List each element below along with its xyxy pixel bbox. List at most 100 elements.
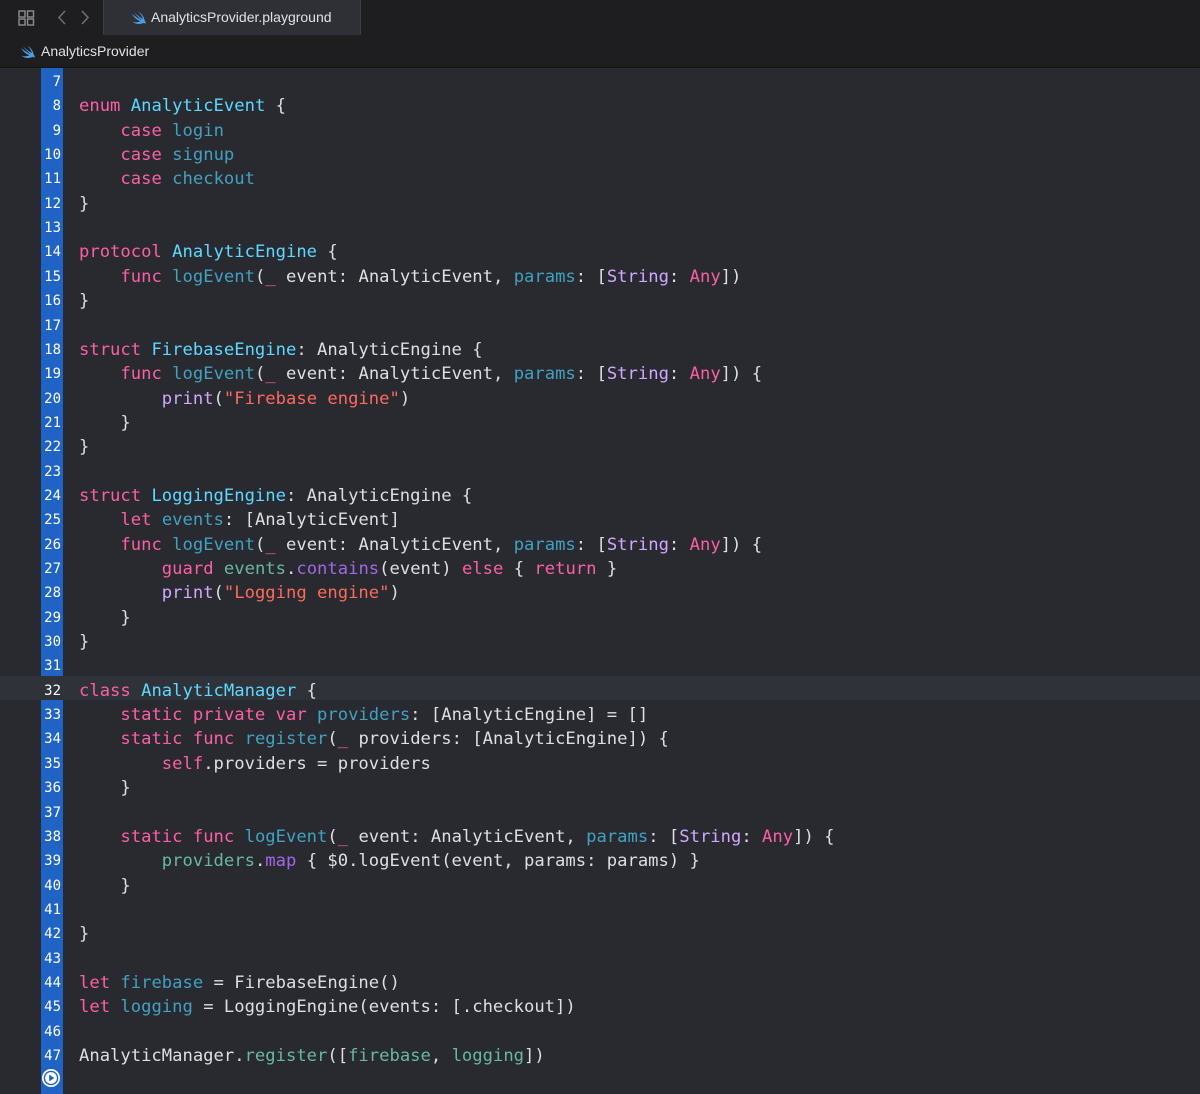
code-line[interactable]: 8 enum AnalyticEvent {: [0, 94, 1200, 118]
line-number[interactable]: 42: [41, 922, 61, 946]
code-line[interactable]: 9 case login: [0, 119, 1200, 143]
line-number[interactable]: 21: [41, 411, 61, 435]
line-number[interactable]: 16: [41, 289, 61, 313]
code-line[interactable]: 47 AnalyticManager.register([firebase, lo…: [0, 1044, 1200, 1068]
line-number[interactable]: 18: [41, 338, 61, 362]
line-number[interactable]: 13: [41, 216, 61, 240]
code-line[interactable]: 45 let logging = LoggingEngine(events: [.…: [0, 995, 1200, 1019]
code-text[interactable]: }: [79, 411, 130, 435]
code-line[interactable]: 19 func logEvent(_ event: AnalyticEvent,…: [0, 362, 1200, 386]
code-line[interactable]: 14 protocol AnalyticEngine {: [0, 240, 1200, 264]
code-line[interactable]: 39 providers.map { $0.logEvent(event, pa…: [0, 849, 1200, 873]
line-number[interactable]: 28: [41, 581, 61, 605]
code-line[interactable]: 18 struct FirebaseEngine: AnalyticEngine …: [0, 338, 1200, 362]
code-line[interactable]: 17: [0, 314, 1200, 338]
code-line[interactable]: 22}: [0, 435, 1200, 459]
code-line[interactable]: 7: [0, 70, 1200, 94]
code-text[interactable]: func logEvent(_ event: AnalyticEvent, pa…: [79, 362, 762, 386]
code-text[interactable]: case checkout: [79, 167, 255, 191]
code-line[interactable]: 26 func logEvent(_ event: AnalyticEvent,…: [0, 533, 1200, 557]
code-line[interactable]: 21 }: [0, 411, 1200, 435]
line-number[interactable]: 12: [41, 192, 61, 216]
code-line[interactable]: 11 case checkout: [0, 167, 1200, 191]
line-number[interactable]: 20: [41, 387, 61, 411]
code-line[interactable]: 31: [0, 654, 1200, 678]
code-text[interactable]: protocol AnalyticEngine {: [79, 240, 338, 264]
code-text[interactable]: print("Logging engine"): [79, 581, 400, 605]
code-text[interactable]: }: [79, 874, 130, 898]
line-number[interactable]: 27: [41, 557, 61, 581]
code-line[interactable]: 43: [0, 947, 1200, 971]
code-line[interactable]: 40 }: [0, 874, 1200, 898]
line-number[interactable]: 8: [41, 94, 61, 118]
line-number[interactable]: 43: [41, 947, 61, 971]
line-number[interactable]: 14: [41, 240, 61, 264]
code-text[interactable]: func logEvent(_ event: AnalyticEvent, pa…: [79, 265, 741, 289]
code-text[interactable]: }: [79, 606, 130, 630]
code-text[interactable]: providers.map { $0.logEvent(event, param…: [79, 849, 700, 873]
code-text[interactable]: }: [79, 192, 89, 216]
line-number[interactable]: 29: [41, 606, 61, 630]
line-number[interactable]: 32: [41, 679, 61, 703]
code-line[interactable]: 23: [0, 460, 1200, 484]
line-number[interactable]: 34: [41, 727, 61, 751]
code-text[interactable]: static func logEvent(_ event: AnalyticEv…: [79, 825, 834, 849]
line-number[interactable]: 40: [41, 874, 61, 898]
code-line[interactable]: 20 print("Firebase engine"): [0, 387, 1200, 411]
code-line[interactable]: 30}: [0, 630, 1200, 654]
code-line[interactable]: 36 }: [0, 776, 1200, 800]
line-number[interactable]: 10: [41, 143, 61, 167]
code-text[interactable]: static func register(_ providers: [Analy…: [79, 727, 668, 751]
code-line[interactable]: 44 let firebase = FirebaseEngine(): [0, 971, 1200, 995]
forward-chevron-icon[interactable]: [80, 10, 90, 25]
line-number[interactable]: 7: [41, 70, 61, 94]
line-number[interactable]: 45: [41, 995, 61, 1019]
code-text[interactable]: print("Firebase engine"): [79, 387, 410, 411]
line-number[interactable]: 47: [41, 1044, 61, 1068]
code-text[interactable]: case signup: [79, 143, 234, 167]
tab-playground[interactable]: AnalyticsProvider.playground: [103, 0, 361, 35]
line-number[interactable]: 44: [41, 971, 61, 995]
line-number[interactable]: 36: [41, 776, 61, 800]
code-text[interactable]: static private var providers: [AnalyticE…: [79, 703, 648, 727]
code-text[interactable]: struct LoggingEngine: AnalyticEngine {: [79, 484, 472, 508]
line-number[interactable]: 9: [41, 119, 61, 143]
code-text[interactable]: }: [79, 922, 89, 946]
code-text[interactable]: struct FirebaseEngine: AnalyticEngine {: [79, 338, 483, 362]
code-text[interactable]: }: [79, 289, 89, 313]
line-number[interactable]: 26: [41, 533, 61, 557]
back-chevron-icon[interactable]: [57, 10, 67, 25]
line-number[interactable]: 38: [41, 825, 61, 849]
code-text[interactable]: let events: [AnalyticEvent]: [79, 508, 399, 532]
code-line[interactable]: 13: [0, 216, 1200, 240]
code-line[interactable]: 16}: [0, 289, 1200, 313]
code-line[interactable]: 10 case signup: [0, 143, 1200, 167]
line-number[interactable]: 23: [41, 460, 61, 484]
code-text[interactable]: AnalyticManager.register([firebase, logg…: [79, 1044, 545, 1068]
code-line[interactable]: 12}: [0, 192, 1200, 216]
jump-bar-path[interactable]: AnalyticsProvider: [41, 35, 149, 67]
code-line[interactable]: 32 class AnalyticManager {: [0, 679, 1200, 703]
code-editor[interactable]: 7 8 enum AnalyticEvent {9 case login 10 cas…: [0, 68, 1200, 1094]
code-text[interactable]: self.providers = providers: [79, 752, 431, 776]
line-number[interactable]: 37: [41, 801, 61, 825]
run-playground-button[interactable]: [42, 1069, 60, 1087]
code-line[interactable]: 41: [0, 898, 1200, 922]
line-number[interactable]: 46: [41, 1020, 61, 1044]
code-text[interactable]: let logging = LoggingEngine(events: [.ch…: [79, 995, 576, 1019]
line-number[interactable]: 15: [41, 265, 61, 289]
code-text[interactable]: case login: [79, 119, 224, 143]
line-number[interactable]: 19: [41, 362, 61, 386]
code-line[interactable]: 35 self.providers = providers: [0, 752, 1200, 776]
code-line[interactable]: 37: [0, 801, 1200, 825]
code-line[interactable]: 33 static private var providers: [Analyt…: [0, 703, 1200, 727]
line-number[interactable]: 39: [41, 849, 61, 873]
code-line[interactable]: 29 }: [0, 606, 1200, 630]
line-number[interactable]: 24: [41, 484, 61, 508]
code-line[interactable]: 42}: [0, 922, 1200, 946]
line-number[interactable]: 35: [41, 752, 61, 776]
code-line[interactable]: 15 func logEvent(_ event: AnalyticEvent,…: [0, 265, 1200, 289]
code-text[interactable]: func logEvent(_ event: AnalyticEvent, pa…: [79, 533, 762, 557]
code-text[interactable]: guard events.contains(event) else { retu…: [79, 557, 617, 581]
code-text[interactable]: }: [79, 776, 130, 800]
